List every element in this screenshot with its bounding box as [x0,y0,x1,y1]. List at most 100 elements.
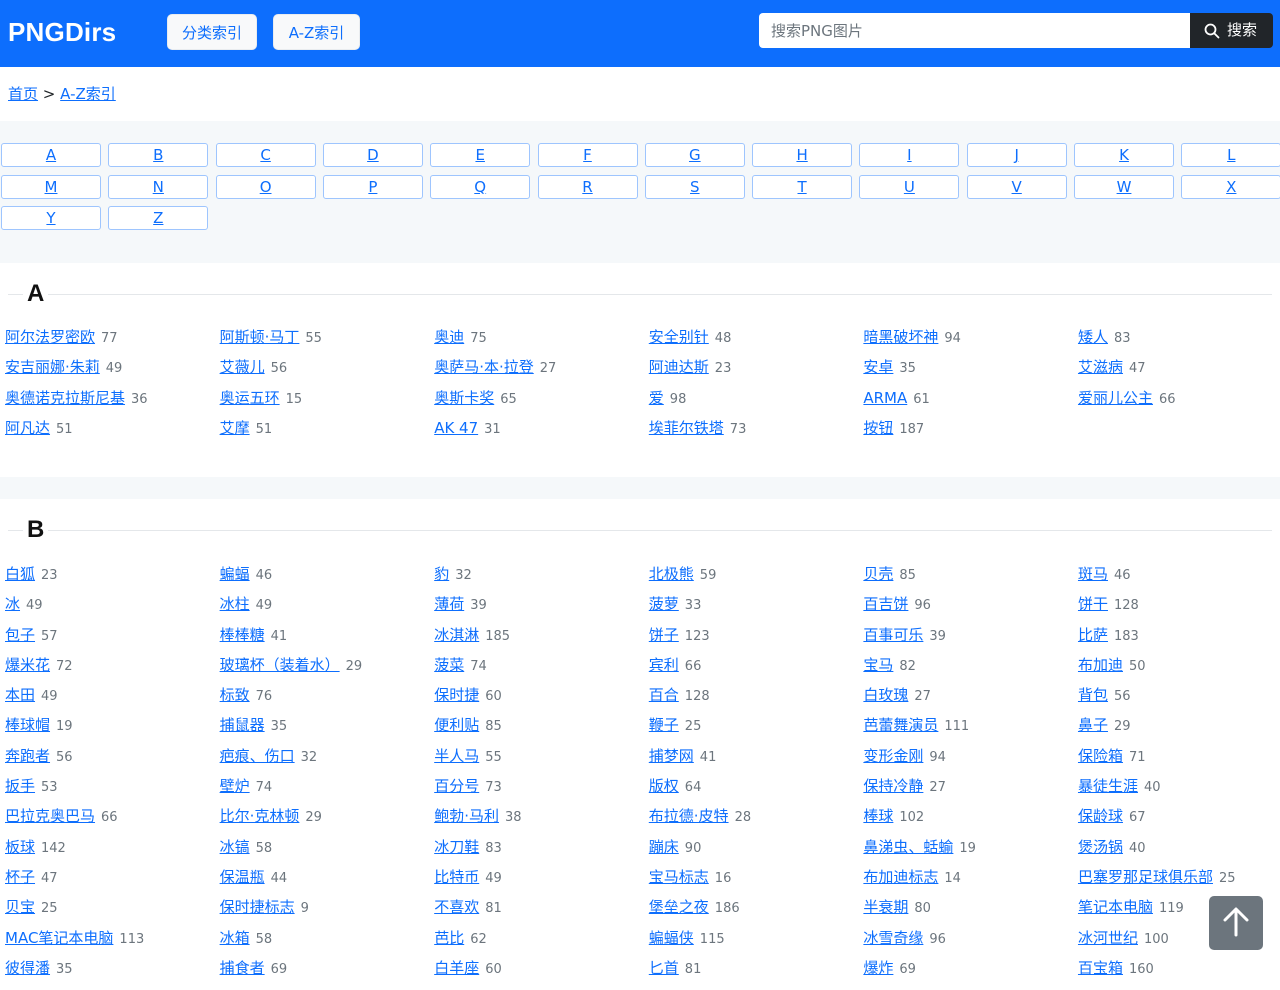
item-link[interactable]: 匕首 [649,959,679,977]
item-link[interactable]: 保时捷 [434,686,479,704]
letter-link-h[interactable]: H [752,143,853,167]
item-link[interactable]: 奥德诺克拉斯尼基 [5,389,125,407]
item-link[interactable]: 冰箱 [220,929,250,947]
item-link[interactable]: 蹦床 [649,838,679,856]
item-link[interactable]: 包子 [5,626,35,644]
item-link[interactable]: 芭蕾舞演员 [863,716,938,734]
search-input[interactable] [759,13,1190,48]
nav-category-index-button[interactable]: 分类索引 [167,14,257,50]
item-link[interactable]: 饼子 [649,626,679,644]
item-link[interactable]: 贝壳 [863,565,893,583]
letter-link-o[interactable]: O [215,174,316,199]
item-link[interactable]: 冰雪奇缘 [863,929,923,947]
site-logo[interactable]: PNGDirs [8,14,116,50]
item-link[interactable]: 百合 [649,686,679,704]
item-link[interactable]: 保持冷静 [863,777,923,795]
item-link[interactable]: 艾摩 [220,419,250,437]
item-link[interactable]: 布加迪 [1078,656,1123,674]
letter-link-z[interactable]: Z [108,206,209,230]
item-link[interactable]: 北极熊 [649,565,694,583]
item-link[interactable]: 版权 [649,777,679,795]
item-link[interactable]: 扳手 [5,777,35,795]
item-link[interactable]: 半衰期 [863,898,908,916]
letter-link-i[interactable]: I [859,143,960,167]
item-link[interactable]: 棒球 [863,807,893,825]
item-link[interactable]: 保险箱 [1078,747,1123,765]
item-link[interactable]: 布加迪标志 [863,868,938,886]
item-link[interactable]: 宝马标志 [649,868,709,886]
item-link[interactable]: 百事可乐 [863,626,923,644]
letter-link-e[interactable]: E [430,143,531,167]
item-link[interactable]: 板球 [5,838,35,856]
item-link[interactable]: 煲汤锅 [1078,838,1123,856]
item-link[interactable]: 饼干 [1078,595,1108,613]
letter-link-m[interactable]: M [1,174,101,199]
item-link[interactable]: 蝙蝠侠 [649,929,694,947]
item-link[interactable]: 蝙蝠 [220,565,250,583]
item-link[interactable]: 鼻子 [1078,716,1108,734]
item-link[interactable]: 菠菜 [434,656,464,674]
item-link[interactable]: 爱丽儿公主 [1078,389,1153,407]
item-link[interactable]: 百吉饼 [863,595,908,613]
item-link[interactable]: 保时捷标志 [220,898,295,916]
item-link[interactable]: 奥斯卡奖 [434,389,494,407]
item-link[interactable]: 百宝箱 [1078,959,1123,977]
item-link[interactable]: 按钮 [863,419,893,437]
item-link[interactable]: 冰河世纪 [1078,929,1138,947]
item-link[interactable]: 冰淇淋 [434,626,479,644]
item-link[interactable]: ARMA [863,389,907,407]
letter-link-g[interactable]: G [644,143,745,167]
item-link[interactable]: 杯子 [5,868,35,886]
item-link[interactable]: 爆炸 [863,959,893,977]
item-link[interactable]: 保温瓶 [220,868,265,886]
item-link[interactable]: 捕食者 [220,959,265,977]
breadcrumb-home-link[interactable]: 首页 [8,85,38,103]
item-link[interactable]: 白羊座 [434,959,479,977]
item-link[interactable]: 捕梦网 [649,747,694,765]
item-link[interactable]: 棒球帽 [5,716,50,734]
item-link[interactable]: 冰镐 [220,838,250,856]
item-link[interactable]: 标致 [220,686,250,704]
letter-link-d[interactable]: D [322,143,423,167]
item-link[interactable]: 不喜欢 [434,898,479,916]
letter-link-y[interactable]: Y [1,206,101,230]
item-link[interactable]: 贝宝 [5,898,35,916]
item-link[interactable]: 暴徒生涯 [1078,777,1138,795]
letter-link-s[interactable]: S [644,174,745,199]
letter-link-c[interactable]: C [215,143,316,167]
breadcrumb-current-link[interactable]: A-Z索引 [60,85,116,103]
item-link[interactable]: 阿凡达 [5,419,50,437]
item-link[interactable]: 菠萝 [649,595,679,613]
item-link[interactable]: 百分号 [434,777,479,795]
item-link[interactable]: 壁炉 [220,777,250,795]
item-link[interactable]: 爆米花 [5,656,50,674]
item-link[interactable]: 巴塞罗那足球俱乐部 [1078,868,1213,886]
item-link[interactable]: 豹 [434,565,449,583]
item-link[interactable]: 安吉丽娜·朱莉 [5,358,100,376]
item-link[interactable]: 艾薇儿 [220,358,265,376]
item-link[interactable]: AK 47 [434,419,478,437]
item-link[interactable]: 芭比 [434,929,464,947]
item-link[interactable]: 艾滋病 [1078,358,1123,376]
item-link[interactable]: 阿尔法罗密欧 [5,328,95,346]
item-link[interactable]: 鲍勃·马利 [434,807,499,825]
item-link[interactable]: 玻璃杯（装着水） [220,656,340,674]
item-link[interactable]: 棒棒糖 [220,626,265,644]
letter-link-u[interactable]: U [859,174,960,199]
letter-link-l[interactable]: L [1181,143,1280,167]
item-link[interactable]: 奥迪 [434,328,464,346]
item-link[interactable]: 爱 [649,389,664,407]
item-link[interactable]: 宾利 [649,656,679,674]
item-link[interactable]: 鼻涕虫、蛞蝓 [863,838,953,856]
item-link[interactable]: 暗黑破坏神 [863,328,938,346]
item-link[interactable]: 疤痕、伤口 [220,747,295,765]
item-link[interactable]: 阿斯顿·马丁 [220,328,300,346]
search-button[interactable]: 搜索 [1190,13,1273,48]
item-link[interactable]: 比尔·克林顿 [220,807,300,825]
item-link[interactable]: 矮人 [1078,328,1108,346]
item-link[interactable]: 白玫瑰 [863,686,908,704]
back-to-top-button[interactable] [1209,896,1263,950]
item-link[interactable]: 埃菲尔铁塔 [649,419,724,437]
item-link[interactable]: 比萨 [1078,626,1108,644]
item-link[interactable]: 安卓 [863,358,893,376]
